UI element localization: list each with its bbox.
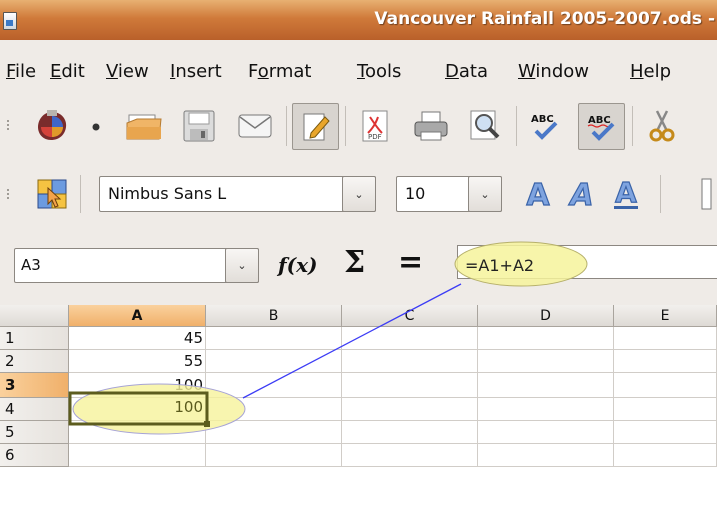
cell-c4[interactable] — [342, 398, 478, 421]
menu-data[interactable]: Data — [445, 61, 488, 82]
font-size-combo[interactable]: 10 ⌄ — [396, 176, 502, 212]
cell-e4[interactable] — [614, 398, 717, 421]
cell-a5[interactable] — [69, 421, 206, 444]
menu-view[interactable]: View — [106, 61, 149, 82]
standard-toolbar: PDF ABC ABC — [0, 90, 717, 163]
column-header-c[interactable]: C — [342, 305, 478, 327]
menu-help[interactable]: Help — [630, 61, 671, 82]
toolbar-grip[interactable] — [6, 119, 10, 131]
name-box-value: A3 — [21, 256, 41, 274]
cell-c3[interactable] — [342, 373, 478, 398]
cell-b4[interactable] — [206, 398, 342, 421]
cell-c6[interactable] — [342, 444, 478, 467]
row-header-3[interactable]: 3 — [0, 373, 69, 398]
column-header-d[interactable]: D — [478, 305, 614, 327]
align-left-icon[interactable] — [698, 177, 712, 211]
font-name-combo[interactable]: Nimbus Sans L ⌄ — [99, 176, 376, 212]
cut-icon[interactable] — [640, 104, 684, 148]
cell-a1[interactable]: 45 — [69, 327, 206, 350]
name-box[interactable]: A3 ⌄ — [14, 248, 259, 283]
svg-text:A: A — [568, 178, 593, 211]
cell-a2[interactable]: 55 — [69, 350, 206, 373]
cell-e1[interactable] — [614, 327, 717, 350]
edit-file-icon[interactable] — [292, 103, 339, 150]
window-title: Vancouver Rainfall 2005-2007.ods - — [374, 9, 715, 29]
title-bar: Vancouver Rainfall 2005-2007.ods - — [0, 0, 717, 41]
new-document-icon[interactable] — [30, 104, 74, 148]
new-dropdown-arrow-icon[interactable] — [86, 112, 106, 142]
function-wizard-button[interactable]: f(x) — [278, 253, 317, 277]
sum-button[interactable]: Σ — [344, 245, 365, 280]
cell-b2[interactable] — [206, 350, 342, 373]
svg-text:ABC: ABC — [588, 115, 611, 126]
font-name-value: Nimbus Sans L — [108, 184, 227, 203]
cell-d6[interactable] — [478, 444, 614, 467]
cell-b6[interactable] — [206, 444, 342, 467]
toolbar-grip[interactable] — [6, 188, 10, 200]
formatting-toolbar: Nimbus Sans L ⌄ 10 ⌄ A A A — [0, 163, 717, 225]
cell-a6[interactable] — [69, 444, 206, 467]
autospellcheck-icon[interactable]: ABC — [578, 103, 625, 150]
menu-file[interactable]: File — [6, 61, 36, 82]
cell-b1[interactable] — [206, 327, 342, 350]
chevron-down-icon[interactable]: ⌄ — [225, 248, 259, 283]
styles-icon[interactable] — [33, 175, 71, 213]
menu-insert[interactable]: Insert — [170, 61, 222, 82]
save-icon[interactable] — [177, 104, 221, 148]
underline-icon[interactable]: A — [606, 174, 646, 214]
menu-format[interactable]: Format — [248, 61, 311, 82]
cell-e2[interactable] — [614, 350, 717, 373]
export-pdf-icon[interactable]: PDF — [353, 104, 397, 148]
cell-c2[interactable] — [342, 350, 478, 373]
font-size-value: 10 — [405, 184, 426, 203]
cell-b5[interactable] — [206, 421, 342, 444]
menu-bar: File Edit View Insert Format Tools Data … — [0, 40, 717, 90]
spellcheck-icon[interactable]: ABC — [523, 104, 567, 148]
cell-d1[interactable] — [478, 327, 614, 350]
bold-icon[interactable]: A — [518, 174, 558, 214]
row-header-6[interactable]: 6 — [0, 444, 69, 467]
cell-e3[interactable] — [614, 373, 717, 398]
cell-d2[interactable] — [478, 350, 614, 373]
cell-d3[interactable] — [478, 373, 614, 398]
print-icon[interactable] — [409, 104, 453, 148]
cell-d4[interactable] — [478, 398, 614, 421]
column-header-e[interactable]: E — [614, 305, 717, 327]
menu-window[interactable]: Window — [518, 61, 589, 82]
svg-text:A: A — [526, 178, 550, 211]
column-header-b[interactable]: B — [206, 305, 342, 327]
italic-icon[interactable]: A — [562, 174, 602, 214]
column-header-a[interactable]: A — [69, 305, 206, 327]
svg-text:PDF: PDF — [368, 133, 382, 141]
cell-b3[interactable] — [206, 373, 342, 398]
cell-c5[interactable] — [342, 421, 478, 444]
chevron-down-icon[interactable]: ⌄ — [468, 176, 502, 212]
menu-edit[interactable]: Edit — [50, 61, 85, 82]
row-header-2[interactable]: 2 — [0, 350, 69, 373]
function-button[interactable]: = — [398, 245, 423, 280]
cell-d5[interactable] — [478, 421, 614, 444]
svg-text:A: A — [615, 176, 637, 209]
row-header-1[interactable]: 1 — [0, 327, 69, 350]
cell-e5[interactable] — [614, 421, 717, 444]
cell-e6[interactable] — [614, 444, 717, 467]
menu-tools[interactable]: Tools — [357, 61, 401, 82]
print-preview-icon[interactable] — [463, 104, 507, 148]
email-icon[interactable] — [233, 104, 277, 148]
active-cell-value: 100 — [174, 398, 203, 416]
row-header-4[interactable]: 4 — [0, 398, 69, 421]
svg-text:ABC: ABC — [531, 114, 554, 125]
cell-c1[interactable] — [342, 327, 478, 350]
select-all-corner[interactable] — [0, 305, 69, 327]
row-header-5[interactable]: 5 — [0, 421, 69, 444]
chevron-down-icon[interactable]: ⌄ — [342, 176, 376, 212]
formula-content[interactable]: =A1+A2 — [465, 256, 534, 275]
open-folder-icon[interactable] — [122, 104, 166, 148]
spreadsheet-app-icon[interactable] — [3, 12, 17, 30]
